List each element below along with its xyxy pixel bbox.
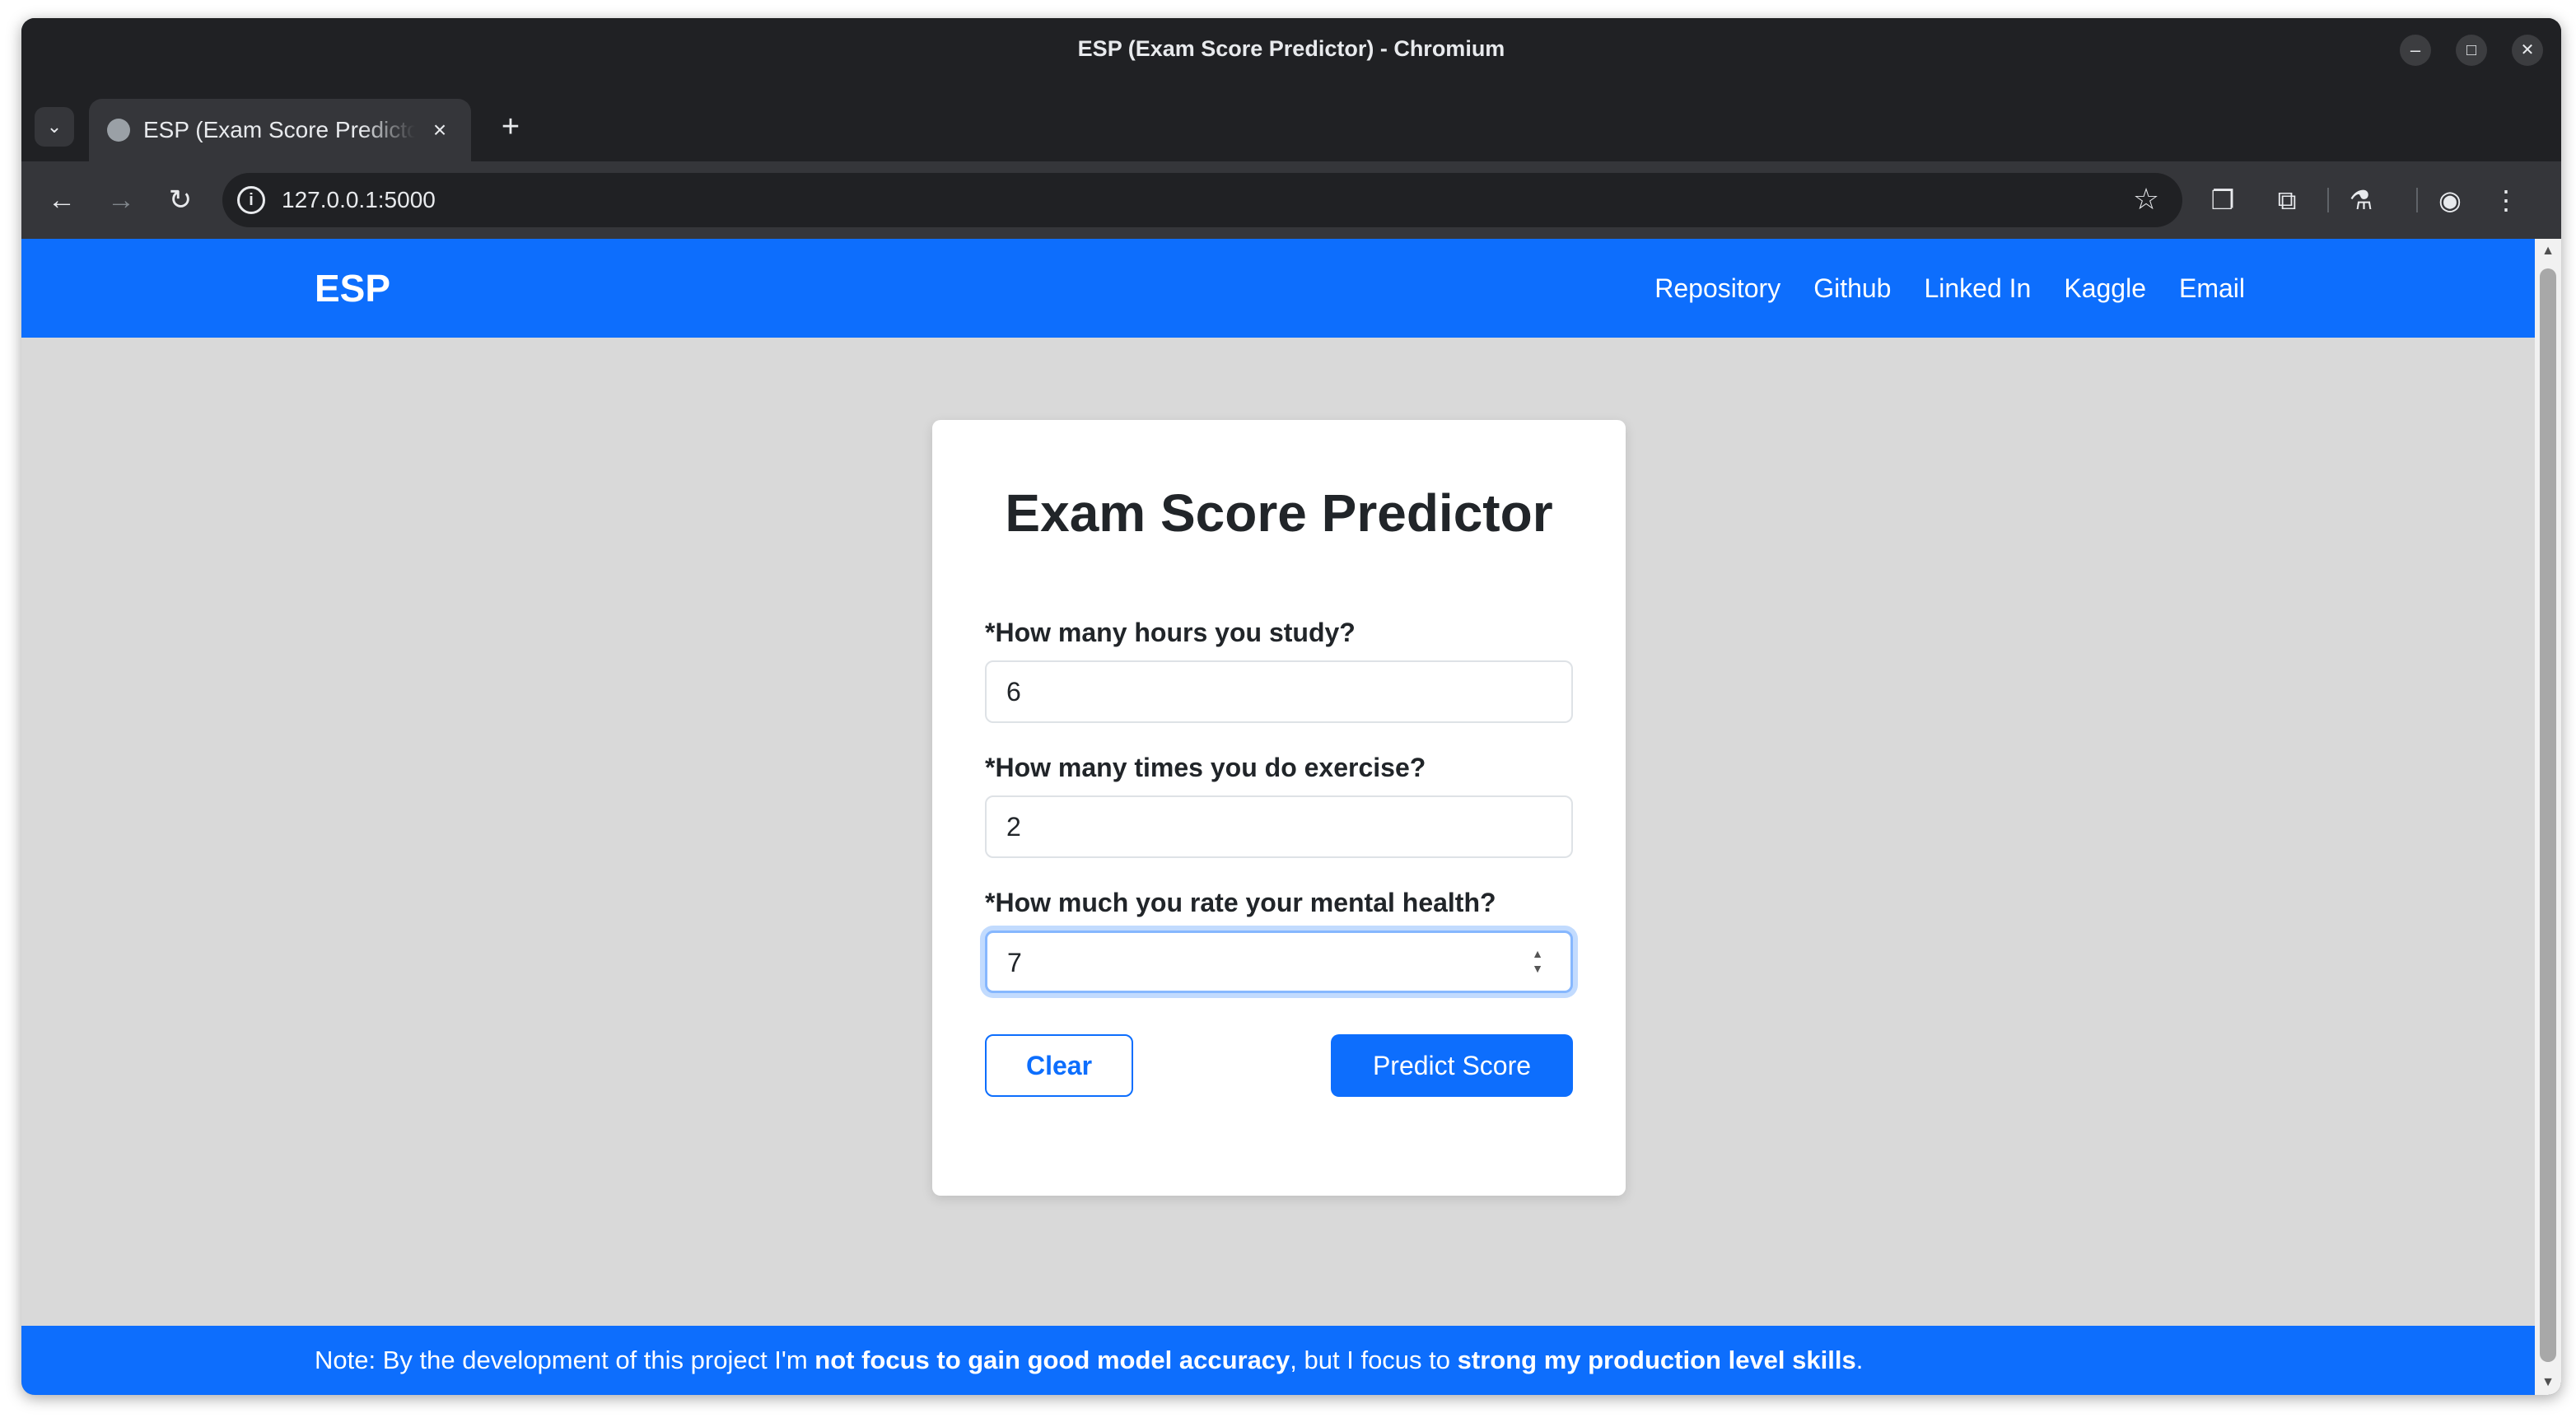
extension-puzzle-icon[interactable]: ⧉ (2268, 181, 2306, 219)
title-bar: ESP (Exam Score Predictor) - Chromium – … (21, 18, 2561, 79)
nav-link-kaggle[interactable]: Kaggle (2064, 273, 2146, 304)
site-navbar: ESP Repository Github Linked In Kaggle E… (21, 239, 2535, 338)
mental-health-label: *How much you rate your mental health? (985, 888, 1496, 917)
tab-active[interactable]: ESP (Exam Score Predictor) × (89, 99, 471, 161)
menu-kebab-icon[interactable]: ⋮ (2487, 181, 2525, 219)
minimize-button[interactable]: – (2400, 35, 2431, 66)
chevron-down-icon: ⌄ (46, 116, 63, 137)
tab-strip: ⌄ ESP (Exam Score Predictor) × + (21, 79, 2561, 161)
footer-note: Note: By the development of this project… (315, 1326, 1863, 1395)
page-viewport: ESP Repository Github Linked In Kaggle E… (21, 239, 2535, 1395)
scroll-down-icon[interactable]: ▼ (2535, 1370, 2561, 1395)
exercise-label: *How many times you do exercise? (985, 753, 1426, 782)
footer-middle: , but I focus to (1290, 1346, 1458, 1374)
site-footer: Note: By the development of this project… (21, 1326, 2535, 1395)
toolbar-separator (2327, 188, 2329, 212)
brand-logo[interactable]: ESP (315, 239, 390, 338)
forward-icon: → (107, 184, 135, 216)
page-title: Exam Score Predictor (1005, 483, 1553, 543)
forward-button[interactable]: → (102, 181, 140, 219)
footer-prefix: Note: By the development of this project… (315, 1346, 815, 1374)
clear-button[interactable]: Clear (985, 1034, 1133, 1097)
window-title: ESP (Exam Score Predictor) - Chromium (1077, 36, 1505, 61)
tab-close-icon[interactable]: × (425, 115, 455, 145)
close-window-button[interactable]: ✕ (2512, 35, 2543, 66)
plus-icon: + (501, 110, 520, 144)
mental-health-value: 7 (1007, 948, 1022, 977)
scroll-up-icon[interactable]: ▲ (2535, 239, 2561, 264)
number-spinner[interactable]: ▲ ▼ (1529, 946, 1546, 979)
browser-window: ESP (Exam Score Predictor) - Chromium – … (21, 18, 2561, 1395)
mental-health-input[interactable]: 7 ▲ ▼ (985, 931, 1573, 993)
back-icon: ← (48, 184, 76, 216)
address-bar[interactable]: i 127.0.0.1:5000 ☆ (222, 173, 2182, 227)
predictor-card: Exam Score Predictor *How many hours you… (932, 420, 1626, 1196)
tab-search-button[interactable]: ⌄ (35, 107, 74, 147)
maximize-button[interactable]: □ (2456, 35, 2487, 66)
footer-bold-2: strong my production level skills (1457, 1346, 1856, 1374)
site-info-icon[interactable]: i (237, 186, 265, 214)
tab-groups-icon[interactable]: ❐ (2204, 181, 2242, 219)
footer-suffix: . (1855, 1346, 1864, 1374)
nav-link-linkedin[interactable]: Linked In (1924, 273, 2031, 304)
scroll-thumb[interactable] (2540, 268, 2556, 1362)
browser-toolbar: ← → ↻ i 127.0.0.1:5000 ☆ ❐ ⧉ ⚗ ◉ ⋮ (21, 161, 2561, 239)
reload-icon: ↻ (168, 184, 193, 216)
labs-flask-icon[interactable]: ⚗ (2342, 181, 2380, 219)
nav-link-repository[interactable]: Repository (1654, 273, 1780, 304)
url-text[interactable]: 127.0.0.1:5000 (282, 173, 436, 227)
toolbar-separator (2416, 188, 2418, 212)
profile-icon[interactable]: ◉ (2431, 181, 2469, 219)
vertical-scrollbar[interactable]: ▲ ▼ (2535, 239, 2561, 1395)
study-hours-label: *How many hours you study? (985, 618, 1356, 647)
back-button[interactable]: ← (43, 181, 81, 219)
nav-links: Repository Github Linked In Kaggle Email (1654, 239, 2245, 338)
spin-up-icon[interactable]: ▲ (1529, 946, 1546, 961)
new-tab-button[interactable]: + (492, 109, 529, 145)
exercise-input[interactable]: 2 (985, 795, 1573, 858)
nav-link-email[interactable]: Email (2179, 273, 2245, 304)
nav-link-github[interactable]: Github (1813, 273, 1891, 304)
reload-button[interactable]: ↻ (161, 181, 199, 219)
spin-down-icon[interactable]: ▼ (1529, 961, 1546, 976)
study-hours-input[interactable]: 6 (985, 660, 1573, 723)
globe-icon (107, 119, 130, 142)
predict-score-button[interactable]: Predict Score (1331, 1034, 1573, 1097)
footer-bold-1: not focus to gain good model accuracy (814, 1346, 1290, 1374)
tab-title: ESP (Exam Score Predictor) (143, 117, 415, 142)
star-icon[interactable]: ☆ (2130, 183, 2163, 216)
